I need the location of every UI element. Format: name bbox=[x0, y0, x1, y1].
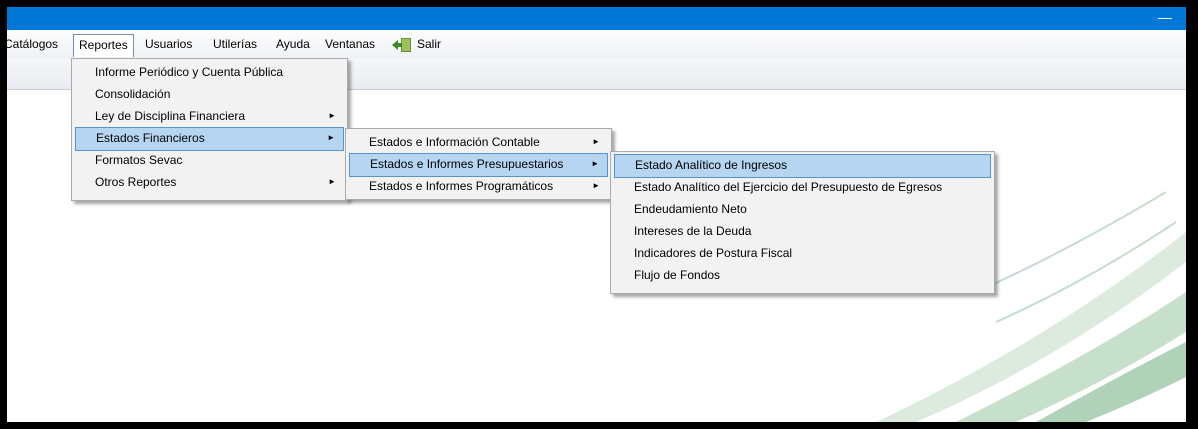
informes-presupuestarios-submenu: Estado Analítico de Ingresos Estado Anal… bbox=[610, 151, 995, 294]
menu-item-indicadores-postura[interactable]: Indicadores de Postura Fiscal bbox=[614, 242, 991, 264]
menu-item-estado-analitico-ingresos[interactable]: Estado Analítico de Ingresos bbox=[614, 154, 991, 178]
menu-item-estado-analitico-egresos[interactable]: Estado Analítico del Ejercicio del Presu… bbox=[614, 176, 991, 198]
reportes-dropdown: Informe Periódico y Cuenta Pública Conso… bbox=[71, 58, 348, 201]
submenu-arrow-icon: ► bbox=[328, 177, 336, 186]
client-area: Catálogos Reportes Usuarios Utilerías Ay… bbox=[7, 30, 1186, 422]
menu-item-consolidacion[interactable]: Consolidación bbox=[75, 83, 344, 105]
submenu-arrow-icon: ► bbox=[328, 111, 336, 120]
menu-item-otros-reportes[interactable]: Otros Reportes ► bbox=[75, 171, 344, 193]
menu-item-ley-disciplina[interactable]: Ley de Disciplina Financiera ► bbox=[75, 105, 344, 127]
menu-ayuda[interactable]: Ayuda bbox=[271, 34, 315, 54]
menu-item-info-contable[interactable]: Estados e Información Contable ► bbox=[349, 131, 608, 153]
submenu-arrow-icon: ► bbox=[591, 159, 599, 168]
menu-reportes[interactable]: Reportes bbox=[73, 34, 134, 57]
menu-item-informes-presupuestarios[interactable]: Estados e Informes Presupuestarios ► bbox=[349, 153, 608, 177]
menu-item-endeudamiento-neto[interactable]: Endeudamiento Neto bbox=[614, 198, 991, 220]
menu-ventanas[interactable]: Ventanas bbox=[320, 34, 380, 54]
menu-catalogos[interactable]: Catálogos bbox=[7, 34, 63, 54]
exit-door-icon[interactable] bbox=[392, 38, 412, 52]
title-bar: — bbox=[7, 7, 1186, 30]
menu-usuarios[interactable]: Usuarios bbox=[140, 34, 197, 54]
minimize-button[interactable]: — bbox=[1158, 10, 1172, 24]
submenu-arrow-icon: ► bbox=[592, 137, 600, 146]
menu-item-intereses-deuda[interactable]: Intereses de la Deuda bbox=[614, 220, 991, 242]
menu-salir[interactable]: Salir bbox=[412, 34, 446, 54]
submenu-arrow-icon: ► bbox=[327, 133, 335, 142]
menu-item-informes-programaticos[interactable]: Estados e Informes Programáticos ► bbox=[349, 175, 608, 197]
estados-financieros-submenu: Estados e Información Contable ► Estados … bbox=[345, 128, 612, 200]
menu-item-estados-financieros[interactable]: Estados Financieros ► bbox=[75, 127, 344, 151]
menu-utilerias[interactable]: Utilerías bbox=[208, 34, 262, 54]
menu-item-flujo-fondos[interactable]: Flujo de Fondos bbox=[614, 264, 991, 286]
menu-item-formatos-sevac[interactable]: Formatos Sevac bbox=[75, 149, 344, 171]
menu-item-informe-periodico[interactable]: Informe Periódico y Cuenta Pública bbox=[75, 61, 344, 83]
menu-bar: Catálogos Reportes Usuarios Utilerías Ay… bbox=[7, 30, 1186, 59]
submenu-arrow-icon: ► bbox=[592, 181, 600, 190]
